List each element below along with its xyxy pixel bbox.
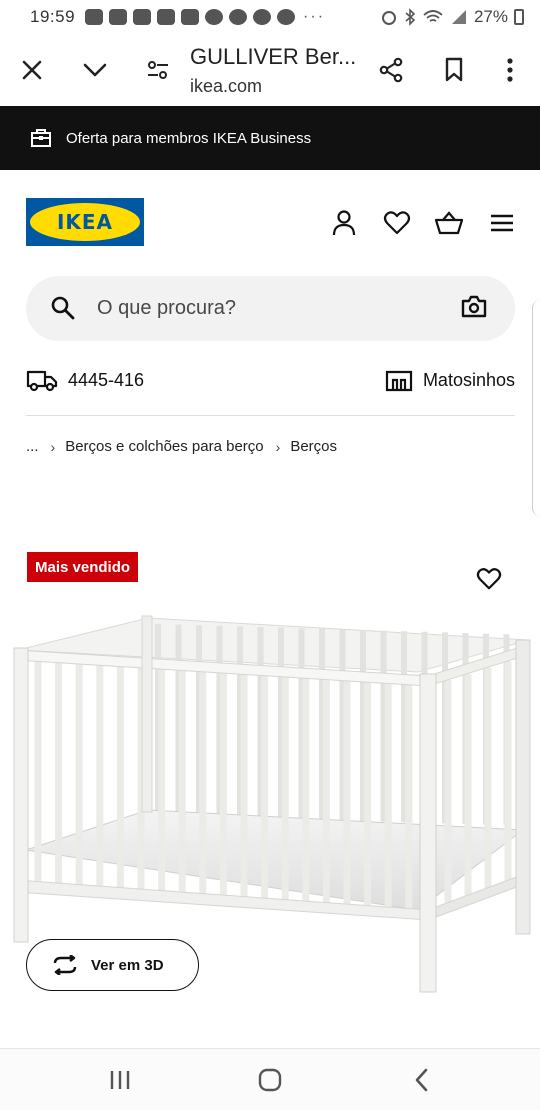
breadcrumb-ellipsis[interactable]: ... [26,438,39,455]
add-to-wishlist-button[interactable] [474,564,504,594]
youtube-icon [85,9,104,25]
close-icon [22,60,42,80]
home-button[interactable] [250,1065,290,1095]
recent-apps-button[interactable] [100,1065,140,1095]
heart-icon [476,568,502,590]
wishlist-button[interactable] [380,206,414,240]
divider [26,415,515,416]
facebook-icon [253,9,272,25]
account-button[interactable] [327,206,361,240]
status-bar: 19:59 ··· 27% [0,0,540,34]
page-title[interactable]: GULLIVER Ber... [190,44,356,70]
alarm-icon [381,11,396,25]
hamburger-menu-button[interactable] [485,206,519,240]
business-offer-banner[interactable]: Oferta para membros IKEA Business [0,106,540,170]
facebook-icon [229,9,248,25]
share-button[interactable] [369,48,413,92]
close-tab-button[interactable] [10,48,54,92]
search-bar[interactable]: O que procura? [26,276,515,341]
briefcase-icon [31,129,51,147]
more-vertical-icon [507,58,513,82]
store-selector[interactable]: Matosinhos [385,368,515,392]
view-in-3d-label: Ver em 3D [91,956,164,974]
back-button[interactable] [402,1065,442,1095]
instagram-icon [157,9,176,25]
signal-icon [451,10,466,24]
back-icon [415,1068,428,1092]
messenger-icon [277,9,296,25]
search-input[interactable]: O que procura? [97,297,236,320]
basket-icon [434,211,464,235]
store-name: Matosinhos [422,369,515,390]
minimize-tab-button[interactable] [73,48,117,92]
site-settings-button[interactable] [136,48,180,92]
battery-icon [514,9,524,25]
browser-menu-button[interactable] [488,48,532,92]
bluetooth-icon [405,8,416,26]
home-icon [258,1068,282,1092]
wifi-icon [423,10,443,22]
more-notifications: ··· [303,8,326,25]
system-nav-bar [0,1048,540,1110]
chevron-right-icon: › [50,438,56,455]
instagram-icon [181,9,200,25]
url-text[interactable]: ikea.com [190,76,262,97]
status-time: 19:59 [30,7,76,26]
search-icon[interactable] [50,295,76,321]
browser-toolbar: GULLIVER Ber... ikea.com [0,34,540,106]
view-in-3d-button[interactable]: Ver em 3D [26,939,199,991]
banner-text: Oferta para membros IKEA Business [66,129,312,147]
cart-button[interactable] [432,206,466,240]
recent-apps-icon [110,1071,130,1089]
postal-code[interactable]: 4445-416 [68,370,144,391]
truck-icon[interactable] [26,368,58,392]
share-icon [379,57,403,83]
tune-icon [148,61,168,79]
store-icon [385,370,413,392]
breadcrumb-item[interactable]: Berços e colchões para berço [65,438,263,455]
logo-text: IKEA [56,210,114,234]
ikea-logo[interactable]: IKEA [26,198,144,246]
system-icons: 27% [380,7,524,27]
camera-icon[interactable] [461,295,487,319]
logo-oval: IKEA [30,203,140,241]
facebook-icon [205,9,224,25]
hamburger-menu-icon [491,214,513,232]
battery-percent: 27% [473,7,508,26]
rotate-3d-icon [53,955,77,975]
notification-icons [85,9,296,25]
youtube-icon [109,9,128,25]
side-panel-edge [532,300,540,516]
breadcrumb: ... › Berços e colchões para berço › Ber… [26,438,337,455]
bookmark-button[interactable] [432,48,476,92]
user-icon [332,210,356,236]
instagram-icon [133,9,152,25]
chevron-right-icon: › [275,438,281,455]
best-seller-badge: Mais vendido [27,552,139,582]
chevron-down-icon [83,63,107,77]
breadcrumb-item[interactable]: Berços [290,438,337,455]
delivery-info-row: 4445-416 Matosinhos [26,360,515,400]
bookmark-icon [445,57,463,82]
heart-icon [383,211,411,235]
